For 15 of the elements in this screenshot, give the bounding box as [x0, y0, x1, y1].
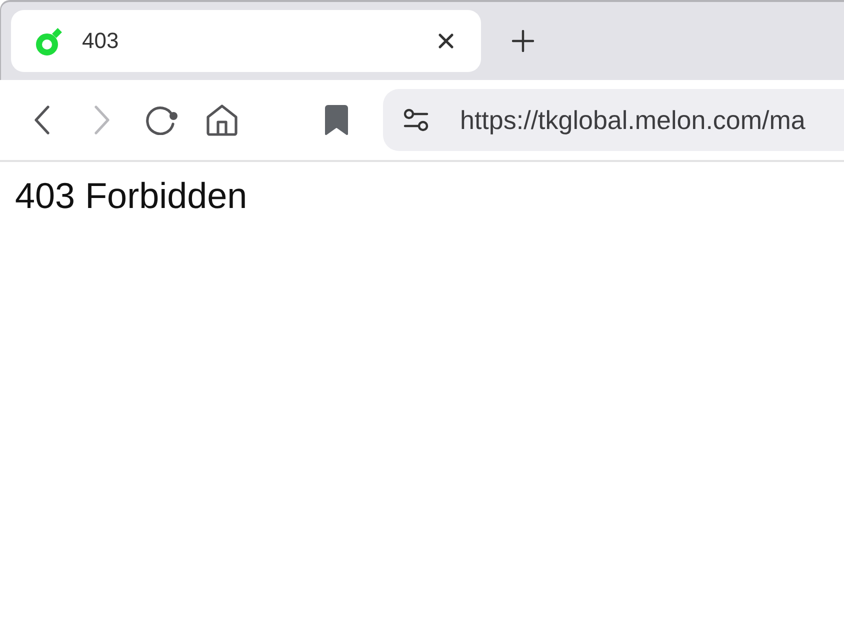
- sliders-icon: [403, 108, 429, 132]
- reload-icon: [145, 105, 179, 135]
- chevron-left-icon: [34, 105, 50, 135]
- url-field[interactable]: https://tkglobal.melon.com/ma: [460, 104, 844, 136]
- plus-icon: [512, 30, 534, 52]
- tab-title: 403: [82, 28, 119, 54]
- address-bar[interactable]: https://tkglobal.melon.com/ma: [383, 89, 844, 151]
- bookmark-icon: [324, 104, 348, 136]
- page-heading: 403 Forbidden: [15, 174, 248, 218]
- browser-tab[interactable]: 403: [11, 10, 481, 72]
- ring-icon: [36, 26, 64, 56]
- home-icon: [205, 104, 239, 136]
- close-icon: [438, 33, 454, 49]
- site-settings-button[interactable]: [403, 107, 429, 133]
- chevron-right-icon: [94, 105, 110, 135]
